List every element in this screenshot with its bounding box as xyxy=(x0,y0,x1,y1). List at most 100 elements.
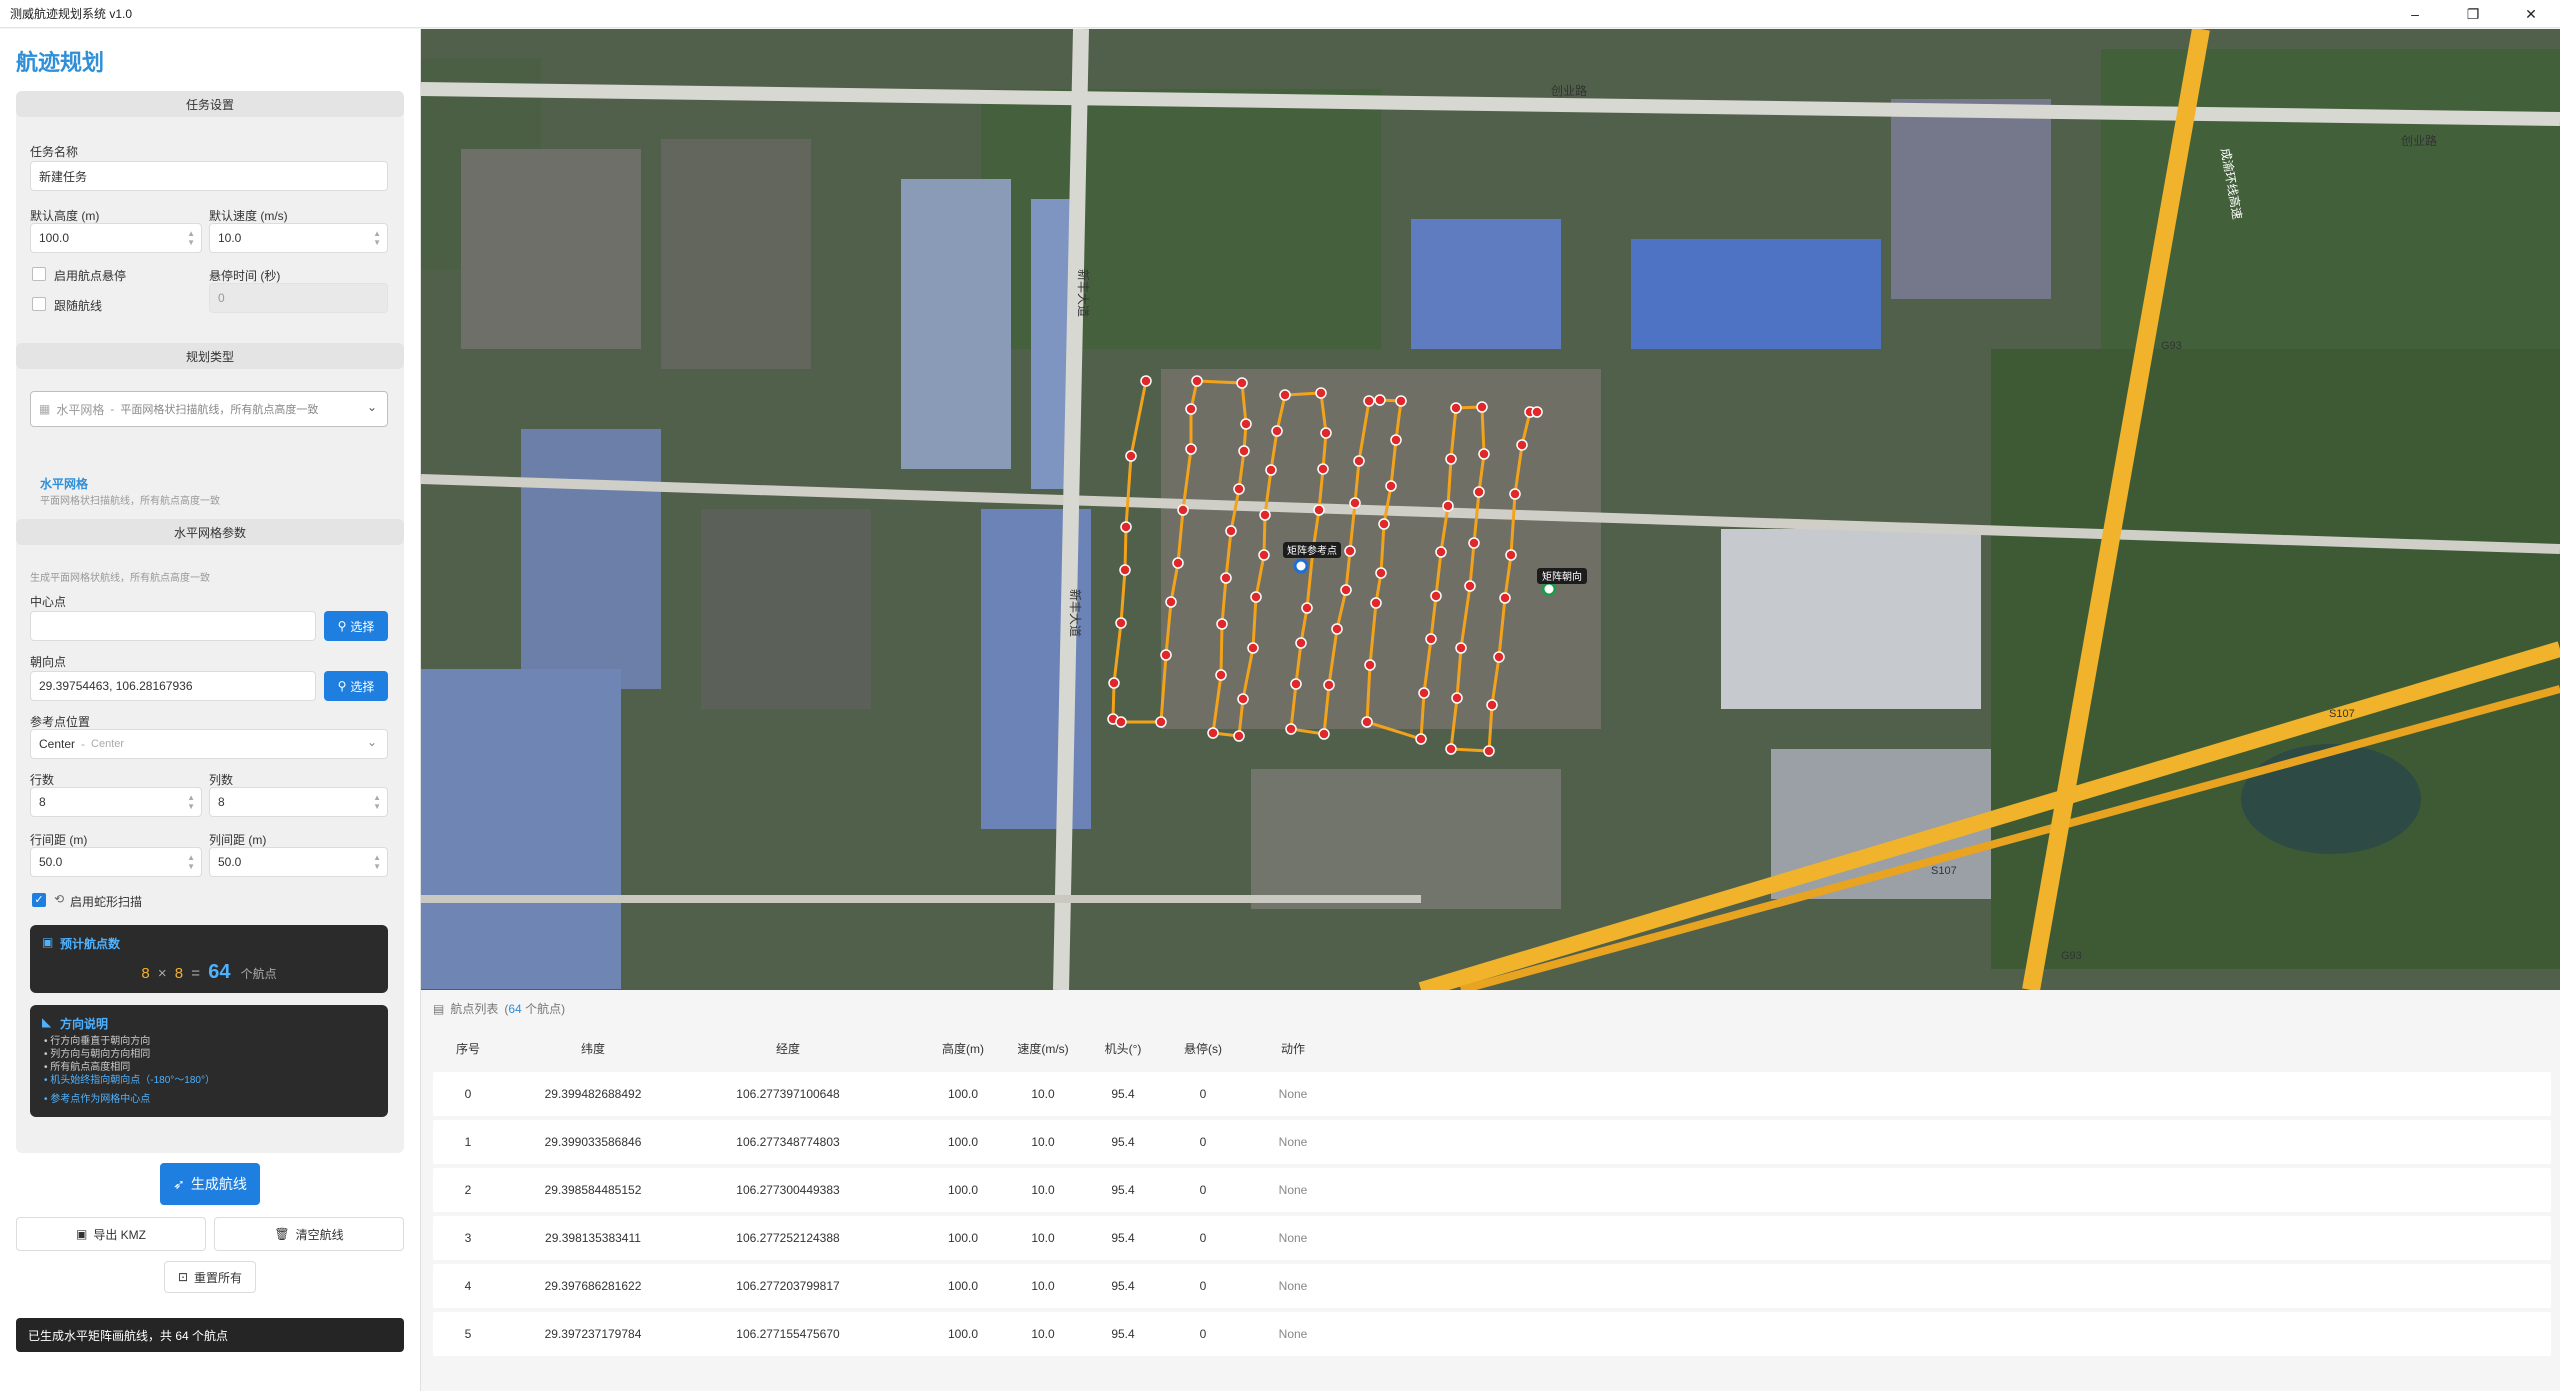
waypoint-marker[interactable] xyxy=(1160,649,1172,661)
spinner-icon[interactable]: ▲ ▼ xyxy=(373,229,381,247)
waypoint-marker[interactable] xyxy=(1361,716,1373,728)
waypoint-marker[interactable] xyxy=(1395,395,1407,407)
default-speed-input[interactable]: 10.0 ▲ ▼ xyxy=(209,223,388,253)
waypoint-marker[interactable] xyxy=(1172,557,1184,569)
spinner-icon[interactable]: ▲ ▼ xyxy=(373,793,381,811)
plan-type-select[interactable]: ▦ 水平网格 - 平面网格状扫描航线，所有航点高度一致 ⌄ xyxy=(30,391,388,427)
reset-all-button[interactable]: ⊡ 重置所有 xyxy=(164,1261,256,1293)
waypoint-marker[interactable] xyxy=(1323,679,1335,691)
waypoint-marker[interactable] xyxy=(1315,387,1327,399)
waypoint-marker[interactable] xyxy=(1247,642,1259,654)
spinner-icon[interactable]: ▲ ▼ xyxy=(373,853,381,871)
waypoint-marker[interactable] xyxy=(1478,448,1490,460)
waypoint-marker[interactable] xyxy=(1115,716,1127,728)
generate-route-button[interactable]: ➶ 生成航线 xyxy=(160,1163,260,1205)
spinner-icon[interactable]: ▲ ▼ xyxy=(187,853,195,871)
waypoint-marker[interactable] xyxy=(1509,488,1521,500)
waypoint-marker[interactable] xyxy=(1340,584,1352,596)
waypoint-marker[interactable] xyxy=(1115,617,1127,629)
waypoint-marker[interactable] xyxy=(1378,518,1390,530)
waypoint-marker[interactable] xyxy=(1451,692,1463,704)
waypoint-marker[interactable] xyxy=(1435,546,1447,558)
waypoint-marker[interactable] xyxy=(1250,591,1262,603)
waypoint-marker[interactable] xyxy=(1468,537,1480,549)
waypoint-marker[interactable] xyxy=(1220,572,1232,584)
waypoint-marker[interactable] xyxy=(1238,445,1250,457)
map-canvas[interactable]: 矩阵参考点 矩阵朝向 创业路 创业路 新丰大道 新丰大道 S107 S107 G… xyxy=(421,29,2560,990)
heading-point-input[interactable]: 29.39754463, 106.28167936 xyxy=(30,671,316,701)
waypoint-marker[interactable] xyxy=(1290,678,1302,690)
waypoint-marker[interactable] xyxy=(1236,377,1248,389)
waypoint-marker[interactable] xyxy=(1349,497,1361,509)
waypoint-marker[interactable] xyxy=(1375,567,1387,579)
waypoint-marker[interactable] xyxy=(1258,549,1270,561)
waypoint-marker[interactable] xyxy=(1313,504,1325,516)
waypoint-marker[interactable] xyxy=(1271,425,1283,437)
close-button[interactable]: ✕ xyxy=(2502,0,2560,28)
hover-enable-checkbox[interactable] xyxy=(32,267,46,281)
waypoint-marker[interactable] xyxy=(1385,480,1397,492)
waypoint-marker[interactable] xyxy=(1418,687,1430,699)
center-select-button[interactable]: ⚲ 选择 xyxy=(324,611,388,641)
waypoint-marker[interactable] xyxy=(1455,642,1467,654)
waypoint-marker[interactable] xyxy=(1486,699,1498,711)
hover-time-input[interactable]: 0 xyxy=(209,283,388,313)
center-point-input[interactable] xyxy=(30,611,316,641)
waypoint-marker[interactable] xyxy=(1425,633,1437,645)
waypoint-marker[interactable] xyxy=(1295,637,1307,649)
waypoint-marker[interactable] xyxy=(1216,618,1228,630)
table-row[interactable]: 2 29.398584485152 106.277300449383 100.0 10.… xyxy=(433,1168,2551,1212)
waypoint-marker[interactable] xyxy=(1233,483,1245,495)
waypoint-marker[interactable] xyxy=(1318,728,1330,740)
waypoint-marker[interactable] xyxy=(1344,545,1356,557)
waypoint-marker[interactable] xyxy=(1317,463,1329,475)
row-spacing-input[interactable]: 50.0 ▲ ▼ xyxy=(30,847,202,877)
spinner-icon[interactable]: ▲ ▼ xyxy=(187,229,195,247)
table-row[interactable]: 5 29.397237179784 106.277155475670 100.0 10.… xyxy=(433,1312,2551,1356)
waypoint-marker[interactable] xyxy=(1265,464,1277,476)
waypoint-marker[interactable] xyxy=(1125,450,1137,462)
waypoint-marker[interactable] xyxy=(1155,716,1167,728)
waypoint-marker[interactable] xyxy=(1442,500,1454,512)
waypoint-marker[interactable] xyxy=(1415,733,1427,745)
waypoint-marker[interactable] xyxy=(1445,453,1457,465)
waypoint-marker[interactable] xyxy=(1240,418,1252,430)
waypoint-marker[interactable] xyxy=(1331,623,1343,635)
waypoint-marker[interactable] xyxy=(1430,590,1442,602)
waypoint-marker[interactable] xyxy=(1177,504,1189,516)
waypoint-marker[interactable] xyxy=(1225,525,1237,537)
heading-select-button[interactable]: ⚲ 选择 xyxy=(324,671,388,701)
waypoint-marker[interactable] xyxy=(1185,443,1197,455)
waypoint-marker[interactable] xyxy=(1531,406,1543,418)
waypoint-marker[interactable] xyxy=(1215,669,1227,681)
export-kmz-button[interactable]: ▣ 导出 KMZ xyxy=(16,1217,206,1251)
waypoint-marker[interactable] xyxy=(1259,509,1271,521)
table-row[interactable]: 0 29.399482688492 106.277397100648 100.0 10.… xyxy=(433,1072,2551,1116)
cols-input[interactable]: 8 ▲ ▼ xyxy=(209,787,388,817)
waypoint-marker[interactable] xyxy=(1185,403,1197,415)
waypoint-marker[interactable] xyxy=(1233,730,1245,742)
waypoint-marker[interactable] xyxy=(1237,693,1249,705)
rows-input[interactable]: 8 ▲ ▼ xyxy=(30,787,202,817)
waypoint-marker[interactable] xyxy=(1493,651,1505,663)
waypoint-marker[interactable] xyxy=(1364,659,1376,671)
table-row[interactable]: 3 29.398135383411 106.277252124388 100.0 10.… xyxy=(433,1216,2551,1260)
waypoint-marker[interactable] xyxy=(1320,427,1332,439)
waypoint-marker[interactable] xyxy=(1374,394,1386,406)
minimize-button[interactable]: – xyxy=(2386,0,2444,28)
waypoint-marker[interactable] xyxy=(1120,521,1132,533)
waypoint-marker[interactable] xyxy=(1476,401,1488,413)
follow-route-checkbox[interactable] xyxy=(32,297,46,311)
waypoint-marker[interactable] xyxy=(1285,723,1297,735)
spinner-icon[interactable]: ▲ ▼ xyxy=(187,793,195,811)
waypoint-marker[interactable] xyxy=(1353,455,1365,467)
table-row[interactable]: 4 29.397686281622 106.277203799817 100.0 10.… xyxy=(433,1264,2551,1308)
satellite-map[interactable]: 矩阵参考点 矩阵朝向 创业路 创业路 新丰大道 新丰大道 S107 S107 G… xyxy=(421,29,2560,990)
snake-scan-checkbox[interactable]: ✓ xyxy=(32,893,46,907)
waypoint-marker[interactable] xyxy=(1370,597,1382,609)
table-row[interactable]: 1 29.399033586846 106.277348774803 100.0 10.… xyxy=(433,1120,2551,1164)
waypoint-marker[interactable] xyxy=(1499,592,1511,604)
waypoint-marker[interactable] xyxy=(1301,602,1313,614)
waypoint-marker[interactable] xyxy=(1450,402,1462,414)
default-altitude-input[interactable]: 100.0 ▲ ▼ xyxy=(30,223,202,253)
